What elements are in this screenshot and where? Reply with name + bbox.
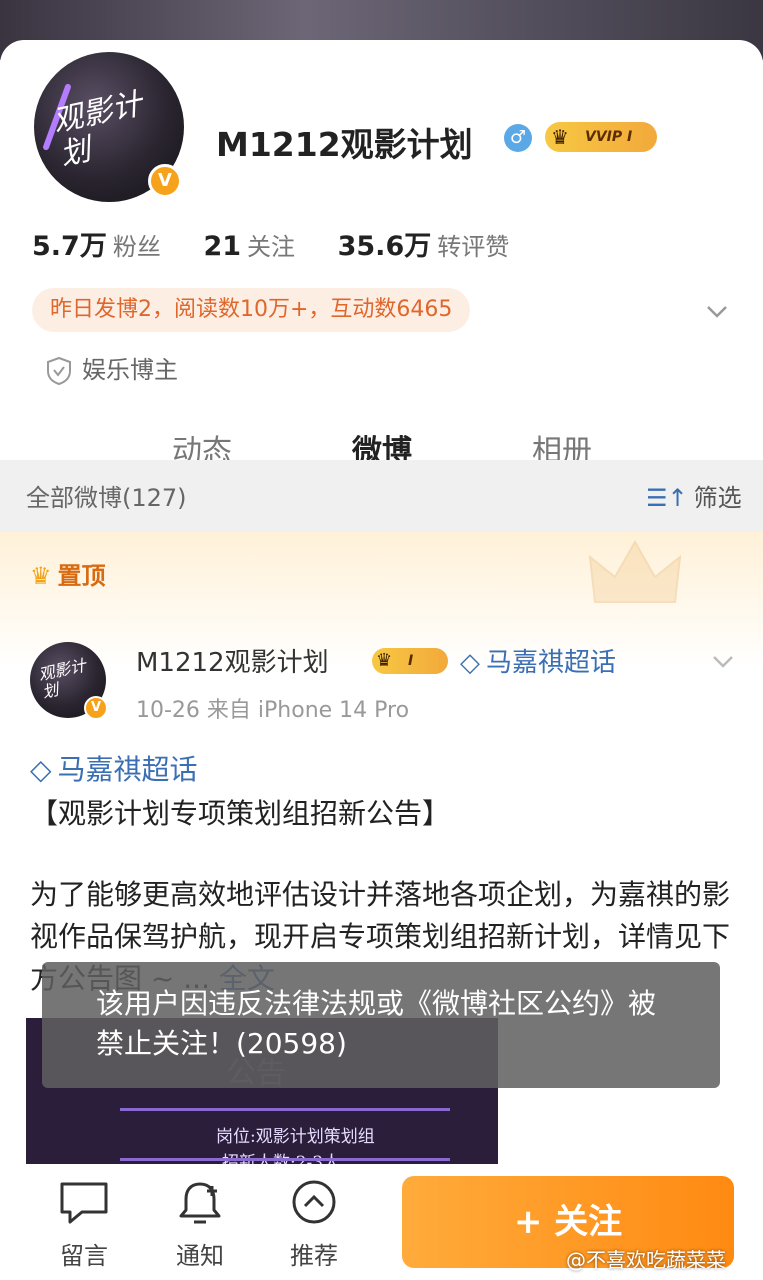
post-author-name[interactable]: M1212观影计划 [136,642,329,679]
category-tag-label: 娱乐博主 [82,356,178,384]
crown-icon: ♛ [30,562,52,590]
watermark: @不喜欢吃蔬菜菜 [566,1248,726,1272]
comment-button[interactable]: 留言 [44,1178,124,1271]
super-topic-label: 马嘉祺超话 [486,648,617,678]
avatar-art-text: 观影计划 [49,86,146,173]
shield-icon [47,356,71,386]
avatar-art-text: 观影计划 [36,655,88,702]
vvip-label: VVIP I [585,129,633,145]
vip-badge[interactable]: ♛ I [372,648,448,674]
pinned-text: 置顶 [57,562,106,590]
post-filter-bar: 全部微博(127) ☰↑ 筛选 [0,460,763,532]
decorative-crown-icon [588,539,682,603]
category-tag: 娱乐博主 [46,352,178,388]
post-meta: 10-26 来自 iPhone 14 Pro [136,698,410,723]
bell-plus-icon [179,1182,221,1224]
following-label[interactable]: 关注 [247,233,295,261]
verified-badge-icon: V [148,164,182,198]
profile-stats: 5.7万 粉丝 21 关注 35.6万 转评赞 [32,224,543,263]
image-divider [120,1108,450,1111]
error-toast: 该用户因违反法律法规或《微博社区公约》被禁止关注！(20598) [42,962,720,1088]
post-topic-link[interactable]: ◇ 马嘉祺超话 [30,748,198,788]
pinned-label: ♛ 置顶 [30,556,106,591]
comment-icon [60,1182,108,1224]
interactions-label: 转评赞 [437,233,510,261]
comment-label: 留言 [60,1242,108,1270]
recommend-button[interactable]: 推荐 [274,1178,354,1271]
notify-button[interactable]: 通知 [160,1178,240,1271]
all-posts-count[interactable]: 全部微博(127) [26,478,187,513]
post-topic-label: 马嘉祺超话 [57,753,198,786]
crown-icon: ♛ [551,125,569,149]
image-divider [120,1158,450,1161]
filter-label: 筛选 [693,484,742,512]
chevron-up-circle-icon [292,1180,336,1224]
chevron-down-icon[interactable] [708,646,738,676]
filter-button[interactable]: ☰↑ 筛选 [646,478,742,513]
followers-count[interactable]: 5.7万 [32,231,107,262]
diamond-icon: ◇ [460,648,480,678]
crown-icon: ♛ [376,650,393,671]
male-gender-icon: ♂ [504,124,532,152]
notify-label: 通知 [176,1242,224,1270]
super-topic-link[interactable]: ◇ 马嘉祺超话 [460,642,616,679]
interactions-count: 35.6万 [337,231,432,262]
vip-level: I [408,653,414,669]
verified-badge-icon: V [84,696,108,720]
profile-name: M1212观影计划 [216,125,473,164]
following-count[interactable]: 21 [203,231,241,262]
vvip-badge[interactable]: ♛ VVIP I [545,122,657,152]
image-text-position: 岗位:观影计划策划组 [216,1127,375,1147]
chevron-down-icon[interactable] [702,296,732,326]
followers-label[interactable]: 粉丝 [113,233,161,261]
post-title: 【观影计划专项策划组招新公告】 [30,797,451,830]
activity-hint: 昨日发博2，阅读数10万+，互动数6465 [32,288,471,332]
recommend-label: 推荐 [290,1242,338,1270]
filter-icon: ☰↑ [646,484,688,512]
profile-card: 观影计划 V M1212观影计划 ♂ ♛ VVIP I 5.7万 粉丝 21 关注 … [0,40,763,482]
diamond-icon: ◇ [30,753,52,786]
